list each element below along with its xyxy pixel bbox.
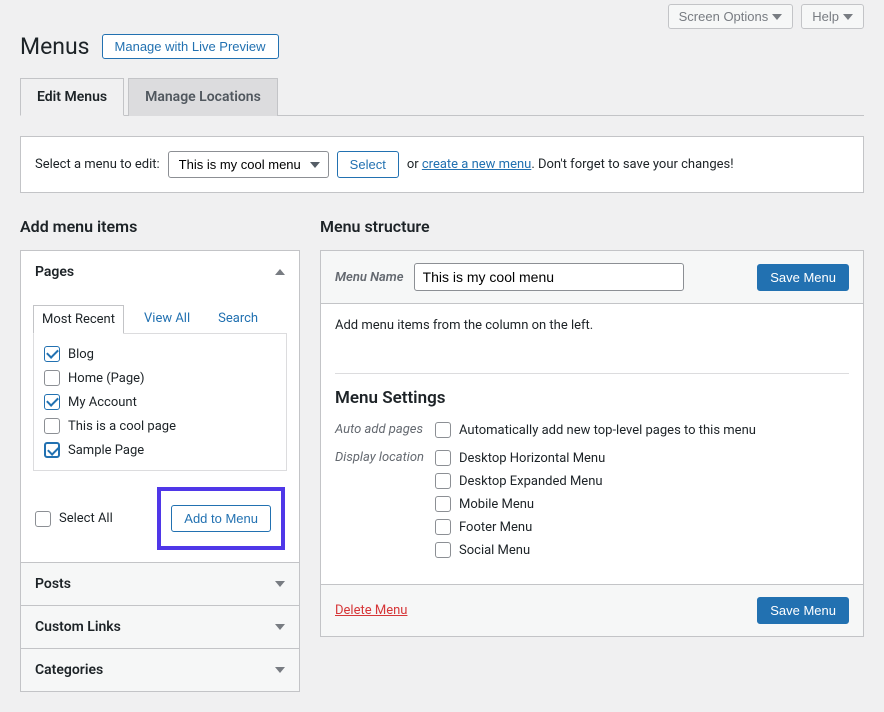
page-item-my-account[interactable]: My Account xyxy=(44,394,276,410)
menu-name-bar: Menu Name Save Menu xyxy=(321,251,863,304)
help-label: Help xyxy=(812,9,839,24)
accordion-categories-header[interactable]: Categories xyxy=(21,649,299,691)
live-preview-button[interactable]: Manage with Live Preview xyxy=(102,34,279,59)
page-item-label: Home (Page) xyxy=(68,371,145,386)
select-all-row[interactable]: Select All xyxy=(35,511,113,527)
location-label: Footer Menu xyxy=(459,520,532,535)
accordion-custom-links-label: Custom Links xyxy=(35,619,121,635)
caret-up-icon xyxy=(275,269,285,275)
page-tab-view-all[interactable]: View All xyxy=(136,305,198,333)
menu-instructions: Add menu items from the column on the le… xyxy=(335,318,849,333)
add-menu-items-title: Add menu items xyxy=(20,217,300,236)
page-tab-most-recent[interactable]: Most Recent xyxy=(33,305,124,334)
accordion-pages-label: Pages xyxy=(35,264,74,280)
menu-footer: Delete Menu Save Menu xyxy=(321,584,863,636)
page-checkbox[interactable] xyxy=(44,370,60,386)
add-to-menu-button[interactable]: Add to Menu xyxy=(171,505,271,532)
save-menu-button-top[interactable]: Save Menu xyxy=(757,264,849,291)
location-checkbox[interactable] xyxy=(435,519,451,535)
page-item-label: My Account xyxy=(68,395,137,410)
menu-name-label: Menu Name xyxy=(335,270,404,285)
auto-add-pages-checkbox[interactable] xyxy=(435,422,451,438)
page-item-label: This is a cool page xyxy=(68,419,176,434)
select-button[interactable]: Select xyxy=(337,151,399,178)
auto-add-pages-label: Auto add pages xyxy=(335,422,435,438)
location-checkbox[interactable] xyxy=(435,496,451,512)
accordion-posts-header[interactable]: Posts xyxy=(21,563,299,605)
page-checkbox[interactable] xyxy=(44,394,60,410)
location-label: Mobile Menu xyxy=(459,497,534,512)
caret-down-icon xyxy=(772,14,782,20)
select-menu-label: Select a menu to edit: xyxy=(35,157,160,172)
menu-structure-title: Menu structure xyxy=(320,217,864,236)
menu-settings-title: Menu Settings xyxy=(335,388,849,408)
accordion-custom-links: Custom Links xyxy=(21,606,299,649)
location-mobile[interactable]: Mobile Menu xyxy=(435,496,605,512)
location-label: Social Menu xyxy=(459,543,530,558)
manage-menus-bar: Select a menu to edit: This is my cool m… xyxy=(20,136,864,193)
location-checkbox[interactable] xyxy=(435,450,451,466)
page-item-label: Blog xyxy=(68,347,94,362)
page-tab-search[interactable]: Search xyxy=(210,305,266,333)
accordion: Pages Most Recent View All Search Blog xyxy=(20,250,300,692)
caret-down-icon xyxy=(843,14,853,20)
menu-structure-box: Menu Name Save Menu Add menu items from … xyxy=(320,250,864,637)
auto-add-pages-text: Automatically add new top-level pages to… xyxy=(459,423,756,438)
menu-select[interactable]: This is my cool menu xyxy=(168,151,329,178)
page-item-label: Sample Page xyxy=(68,443,144,458)
caret-down-icon xyxy=(275,581,285,587)
accordion-pages: Pages Most Recent View All Search Blog xyxy=(21,251,299,563)
accordion-posts-label: Posts xyxy=(35,576,71,592)
accordion-categories-label: Categories xyxy=(35,662,103,678)
delete-menu-link[interactable]: Delete Menu xyxy=(335,603,407,618)
page-item-blog[interactable]: Blog xyxy=(44,346,276,362)
nav-tabs: Edit Menus Manage Locations xyxy=(20,78,864,116)
reminder-text: . Don't forget to save your changes! xyxy=(531,157,733,172)
location-checkbox[interactable] xyxy=(435,542,451,558)
tab-edit-menus[interactable]: Edit Menus xyxy=(20,78,124,116)
location-checkbox[interactable] xyxy=(435,473,451,489)
page-checkbox[interactable] xyxy=(44,418,60,434)
help-button[interactable]: Help xyxy=(801,4,864,29)
caret-down-icon xyxy=(275,624,285,630)
page-title: Menus xyxy=(20,33,90,60)
page-checkbox[interactable] xyxy=(44,346,60,362)
select-all-label: Select All xyxy=(59,511,113,526)
menu-name-input[interactable] xyxy=(414,263,684,291)
page-item-home[interactable]: Home (Page) xyxy=(44,370,276,386)
location-label: Desktop Horizontal Menu xyxy=(459,451,605,466)
screen-options-label: Screen Options xyxy=(679,9,769,24)
tab-manage-locations[interactable]: Manage Locations xyxy=(128,78,278,116)
accordion-posts: Posts xyxy=(21,563,299,606)
location-footer[interactable]: Footer Menu xyxy=(435,519,605,535)
accordion-categories: Categories xyxy=(21,649,299,691)
page-item-cool-page[interactable]: This is a cool page xyxy=(44,418,276,434)
save-menu-button-bottom[interactable]: Save Menu xyxy=(757,597,849,624)
location-desktop-expanded[interactable]: Desktop Expanded Menu xyxy=(435,473,605,489)
location-label: Desktop Expanded Menu xyxy=(459,474,603,489)
screen-options-button[interactable]: Screen Options xyxy=(668,4,794,29)
create-new-menu-link[interactable]: create a new menu xyxy=(422,157,531,172)
caret-down-icon xyxy=(275,667,285,673)
accordion-custom-links-header[interactable]: Custom Links xyxy=(21,606,299,648)
add-to-menu-highlight: Add to Menu xyxy=(157,487,285,550)
page-checkbox[interactable] xyxy=(44,442,60,458)
location-desktop-horizontal[interactable]: Desktop Horizontal Menu xyxy=(435,450,605,466)
page-item-sample-page[interactable]: Sample Page xyxy=(44,442,276,458)
location-social[interactable]: Social Menu xyxy=(435,542,605,558)
select-all-checkbox[interactable] xyxy=(35,511,51,527)
accordion-pages-header[interactable]: Pages xyxy=(21,251,299,293)
auto-add-pages-option[interactable]: Automatically add new top-level pages to… xyxy=(435,422,756,438)
or-text: or xyxy=(407,157,419,172)
display-location-label: Display location xyxy=(335,450,435,558)
